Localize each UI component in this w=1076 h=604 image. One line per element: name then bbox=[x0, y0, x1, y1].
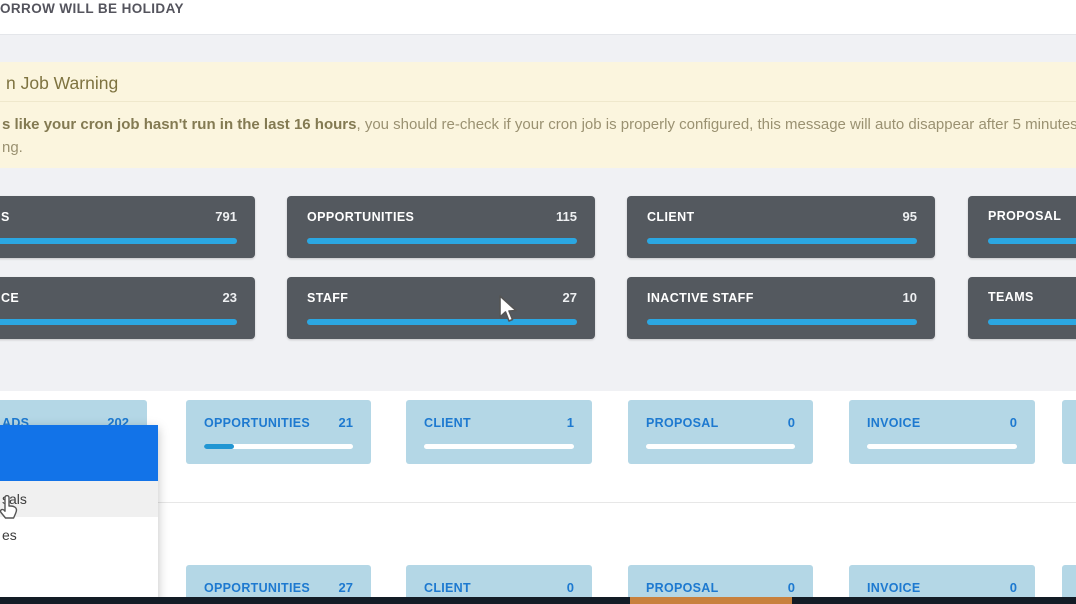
summary-value: 0 bbox=[1010, 415, 1017, 430]
context-dropdown-menu: sals es bbox=[0, 425, 158, 604]
bottom-bar bbox=[0, 597, 1076, 604]
cron-job-warning-banner: n Job Warning s like your cron job hasn'… bbox=[0, 62, 1076, 168]
stat-label: INACTIVE STAFF bbox=[647, 291, 754, 305]
stat-value: 10 bbox=[903, 290, 917, 305]
progress-track bbox=[867, 444, 1017, 449]
progress-track bbox=[646, 444, 795, 449]
warning-title: n Job Warning bbox=[6, 73, 118, 94]
stat-card-client[interactable]: CLIENT 95 bbox=[627, 196, 935, 258]
progress-fill bbox=[988, 238, 1076, 244]
progress-fill bbox=[647, 319, 917, 325]
stat-card-proposal[interactable]: PROPOSAL bbox=[968, 196, 1076, 258]
dashboard-page: ORROW WILL BE HOLIDAY n Job Warning s li… bbox=[0, 0, 1076, 604]
progress-fill bbox=[307, 238, 577, 244]
progress-track bbox=[0, 238, 237, 244]
progress-track bbox=[307, 319, 577, 325]
stat-value: 115 bbox=[556, 209, 577, 224]
mouse-cursor-icon bbox=[496, 294, 518, 324]
stat-label: STAFF bbox=[307, 291, 348, 305]
summary-label: INVOICE bbox=[867, 416, 921, 430]
stat-label: OPPORTUNITIES bbox=[307, 210, 414, 224]
stat-card-teams[interactable]: TEAMS bbox=[968, 277, 1076, 339]
summary-label: OPPORTUNITIES bbox=[204, 581, 310, 595]
stat-label: S bbox=[1, 210, 10, 224]
announcement-text: ORROW WILL BE HOLIDAY bbox=[0, 1, 184, 16]
summary-label: CLIENT bbox=[424, 581, 471, 595]
dropdown-item-label: es bbox=[2, 527, 17, 543]
progress-fill bbox=[204, 444, 234, 449]
progress-track bbox=[988, 319, 1076, 325]
summary-value: 0 bbox=[788, 415, 795, 430]
warning-message: s like your cron job hasn't run in the l… bbox=[2, 116, 1076, 133]
warning-message-rest: , you should re-check if your cron job i… bbox=[356, 116, 1076, 133]
progress-track bbox=[307, 238, 577, 244]
stat-card-inactive-staff[interactable]: INACTIVE STAFF 10 bbox=[627, 277, 935, 339]
summary-card-proposal[interactable]: PROPOSAL 0 bbox=[628, 400, 813, 464]
summary-value: 0 bbox=[1010, 580, 1017, 595]
dropdown-item-estimates[interactable]: es bbox=[0, 517, 158, 553]
stat-card-staff[interactable]: STAFF 27 bbox=[287, 277, 595, 339]
progress-track bbox=[424, 444, 574, 449]
stat-value: 23 bbox=[223, 290, 237, 305]
summary-value: 0 bbox=[788, 580, 795, 595]
summary-card-client[interactable]: CLIENT 1 bbox=[406, 400, 592, 464]
summary-label: INVOICE bbox=[867, 581, 921, 595]
stat-card-leads[interactable]: S 791 bbox=[0, 196, 255, 258]
stat-label: PROPOSAL bbox=[988, 209, 1061, 223]
summary-card-invoice[interactable]: INVOICE 0 bbox=[849, 400, 1035, 464]
stat-label: CLIENT bbox=[647, 210, 695, 224]
stat-value: 27 bbox=[563, 290, 577, 305]
summary-label: OPPORTUNITIES bbox=[204, 416, 310, 430]
progress-track bbox=[204, 444, 353, 449]
summary-value: 1 bbox=[567, 415, 574, 430]
section-divider bbox=[0, 502, 1076, 503]
stat-label: TEAMS bbox=[988, 290, 1034, 304]
summary-value: 27 bbox=[339, 580, 353, 595]
warning-message-line2: ng. bbox=[2, 139, 23, 156]
progress-fill bbox=[307, 319, 577, 325]
progress-track bbox=[647, 238, 917, 244]
progress-fill bbox=[0, 319, 237, 325]
summary-value: 21 bbox=[339, 415, 353, 430]
dropdown-selected-item[interactable] bbox=[0, 425, 158, 481]
stat-card-opportunities[interactable]: OPPORTUNITIES 115 bbox=[287, 196, 595, 258]
warning-message-bold: s like your cron job hasn't run in the l… bbox=[2, 116, 356, 133]
stat-value: 95 bbox=[903, 209, 917, 224]
stat-label: CE bbox=[1, 291, 19, 305]
summary-value: 0 bbox=[567, 580, 574, 595]
progress-fill bbox=[988, 319, 1076, 325]
progress-fill bbox=[647, 238, 917, 244]
progress-track bbox=[988, 238, 1076, 244]
stat-value: 791 bbox=[215, 209, 237, 224]
summary-card-partial[interactable] bbox=[1062, 400, 1076, 464]
summary-label: CLIENT bbox=[424, 416, 471, 430]
progress-fill bbox=[0, 238, 237, 244]
hand-cursor-icon bbox=[0, 495, 19, 521]
progress-track bbox=[0, 319, 237, 325]
summary-label: PROPOSAL bbox=[646, 581, 719, 595]
progress-track bbox=[647, 319, 917, 325]
bottom-bar-orange-segment bbox=[630, 597, 792, 604]
summary-card-opportunities[interactable]: OPPORTUNITIES 21 bbox=[186, 400, 371, 464]
dropdown-item-proposals[interactable]: sals bbox=[0, 481, 158, 517]
summary-label: PROPOSAL bbox=[646, 416, 719, 430]
stat-card-invoice[interactable]: CE 23 bbox=[0, 277, 255, 339]
banner-divider bbox=[0, 101, 1076, 102]
